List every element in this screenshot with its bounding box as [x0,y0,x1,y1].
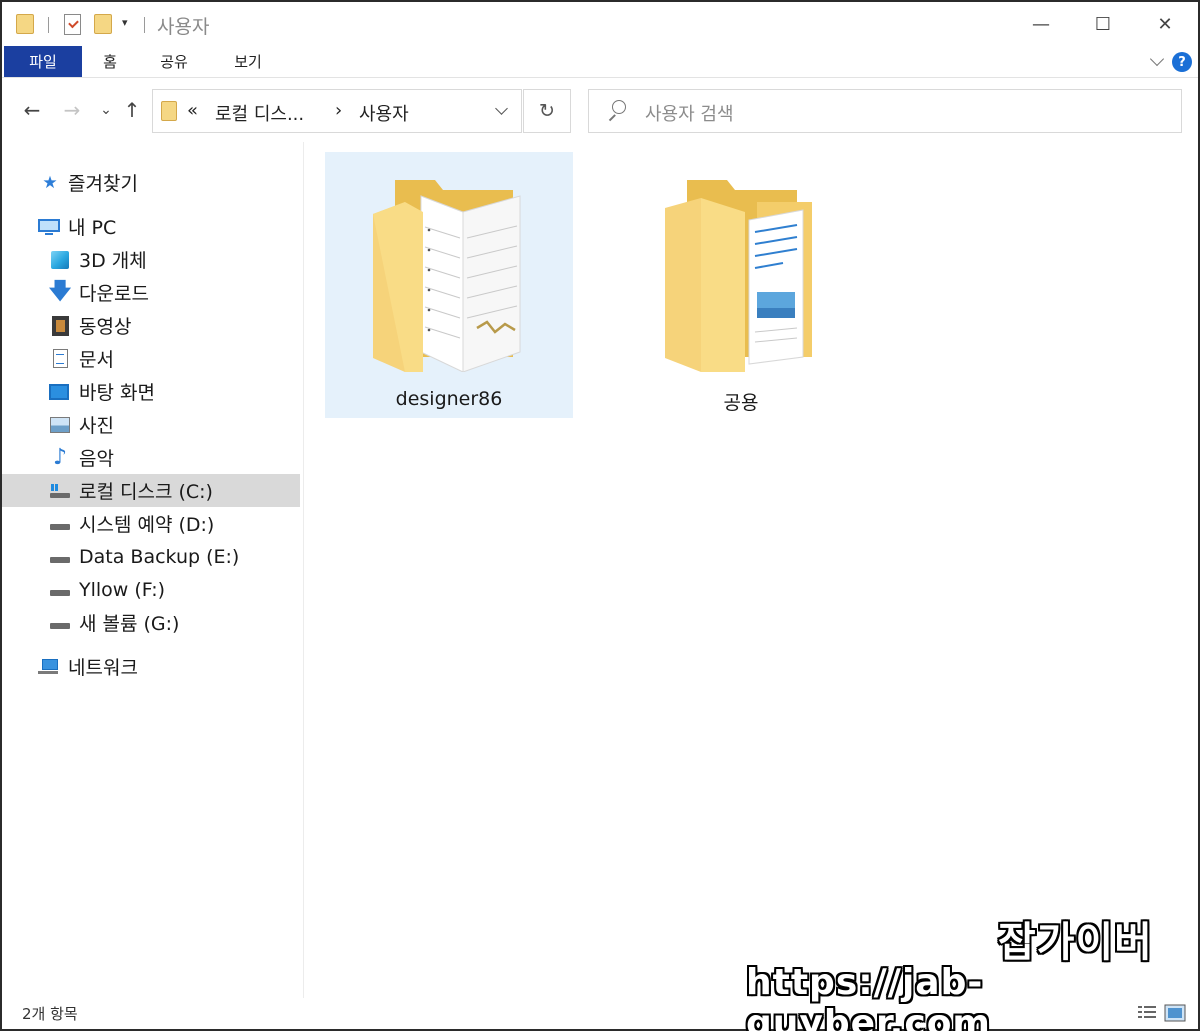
folder-name: designer86 [395,388,503,410]
search-input[interactable]: 사용자 검색 [645,100,734,126]
separator [144,17,145,33]
sidebar-item-label: 바탕 화면 [79,382,155,404]
document-icon [50,349,70,369]
watermark-url: https://jab-guyber.com [746,962,991,1031]
network-icon [38,657,58,677]
folder-icon [16,14,34,34]
close-button[interactable]: ✕ [1132,2,1198,46]
user-folder-icon [373,180,521,372]
drive-icon [50,580,70,600]
tab-home[interactable]: 홈 [88,46,132,77]
sidebar-item-label: 음악 [79,448,114,470]
folder-item-designer86[interactable]: designer86 [325,152,573,418]
recent-locations-button[interactable]: ⌄ [94,98,118,122]
sidebar-item-label: 다운로드 [79,283,149,305]
sidebar-item-label: 네트워크 [68,657,138,679]
sidebar-item-new-volume-g[interactable]: 새 볼륨 (G:) [2,606,300,639]
sidebar-item-label: Yllow (F:) [79,578,166,601]
watermark-title: 잡가이버 [998,918,1153,966]
forward-button[interactable]: → [60,98,84,122]
sidebar-item-quick-access[interactable]: ★ 즐겨찾기 [2,166,300,199]
drive-icon [50,514,70,534]
search-box[interactable]: 사용자 검색 [588,89,1182,133]
download-icon: 🡇 [48,278,72,304]
sidebar-item-pictures[interactable]: 사진 [2,408,300,441]
sidebar-item-local-disk-c[interactable]: 로컬 디스크 (C:) [2,474,300,507]
tab-view[interactable]: 보기 [222,46,274,77]
sidebar-item-documents[interactable]: 문서 [2,342,300,375]
sidebar-item-label: 새 볼륨 (G:) [79,613,180,635]
sidebar-item-label: Data Backup (E:) [79,545,240,568]
folder-icon [161,101,177,121]
help-icon[interactable]: ? [1172,52,1192,72]
sidebar-item-desktop[interactable]: 바탕 화면 [2,375,300,408]
file-list: designer86 공용 [305,142,1198,998]
sidebar-item-network[interactable]: 네트워크 [2,650,300,683]
expand-ribbon-icon[interactable] [1149,51,1165,67]
music-icon: ♪ [52,445,68,470]
breadcrumb-users[interactable]: 사용자 [359,100,409,126]
properties-icon[interactable] [64,14,81,35]
sidebar-item-3d-objects[interactable]: 3D 개체 [2,243,300,276]
up-button[interactable]: ↑ [120,98,144,122]
breadcrumb-overflow[interactable]: « [187,100,198,121]
tab-share[interactable]: 공유 [148,46,200,77]
navigation-pane: ★ 즐겨찾기 내 PC 3D 개체 🡇 다운로드 동영상 문서 바탕 화면 사진… [2,142,304,998]
sidebar-item-label: 로컬 디스크 (C:) [79,481,213,503]
public-folder-icon [665,180,812,372]
title-bar: ▾ 사용자 — ☐ ✕ [2,2,1198,46]
sidebar-item-label: 문서 [79,349,114,371]
sidebar-item-data-backup-e[interactable]: Data Backup (E:) [2,540,300,573]
sidebar-item-label: 사진 [79,415,114,437]
minimize-button[interactable]: — [1008,2,1074,46]
system-drive-icon [50,481,70,501]
sidebar-item-videos[interactable]: 동영상 [2,309,300,342]
folder-name: 공용 [723,392,759,414]
breadcrumb-separator[interactable]: › [335,100,342,121]
folder-item-public[interactable]: 공용 [617,152,865,418]
refresh-button[interactable]: ↻ [523,89,571,133]
sidebar-item-label: 동영상 [79,316,132,338]
drive-icon [50,547,70,567]
customize-quick-access-icon[interactable]: ▾ [122,16,128,29]
sidebar-item-this-pc[interactable]: 내 PC [2,210,300,243]
video-icon [50,315,70,336]
sidebar-item-yllow-f[interactable]: Yllow (F:) [2,573,300,606]
3d-objects-icon [50,250,70,270]
tab-file[interactable]: 파일 [4,46,82,77]
navigation-bar: ← → ⌄ ↑ « 로컬 디스... › 사용자 ↻ 사용자 검색 [2,78,1198,142]
star-icon: ★ [42,172,58,193]
desktop-icon [49,382,69,402]
search-icon [607,100,627,122]
breadcrumb-local-disk[interactable]: 로컬 디스... [215,100,304,126]
item-count: 2개 항목 [22,1005,78,1023]
sidebar-item-label: 내 PC [68,217,117,239]
sidebar-item-label: 즐겨찾기 [68,173,138,195]
separator [48,17,49,33]
pictures-icon [50,415,70,435]
chevron-down-icon[interactable] [495,102,508,115]
sidebar-item-label: 3D 개체 [79,250,147,272]
maximize-button[interactable]: ☐ [1070,2,1136,46]
new-folder-icon[interactable] [94,14,112,34]
ribbon-tabs: 파일 홈 공유 보기 ? [2,46,1198,78]
computer-icon [38,217,60,237]
back-button[interactable]: ← [20,98,44,122]
explorer-window: ▾ 사용자 — ☐ ✕ 파일 홈 공유 보기 ? ← → ⌄ ↑ « 로컬 디스… [0,0,1200,1031]
address-bar[interactable]: « 로컬 디스... › 사용자 [152,89,522,133]
sidebar-item-label: 시스템 예약 (D:) [79,514,215,536]
sidebar-item-system-reserved-d[interactable]: 시스템 예약 (D:) [2,507,300,540]
sidebar-item-music[interactable]: ♪ 음악 [2,441,300,474]
window-title: 사용자 [157,16,210,38]
sidebar-item-downloads[interactable]: 🡇 다운로드 [2,276,300,309]
drive-icon [50,613,70,633]
